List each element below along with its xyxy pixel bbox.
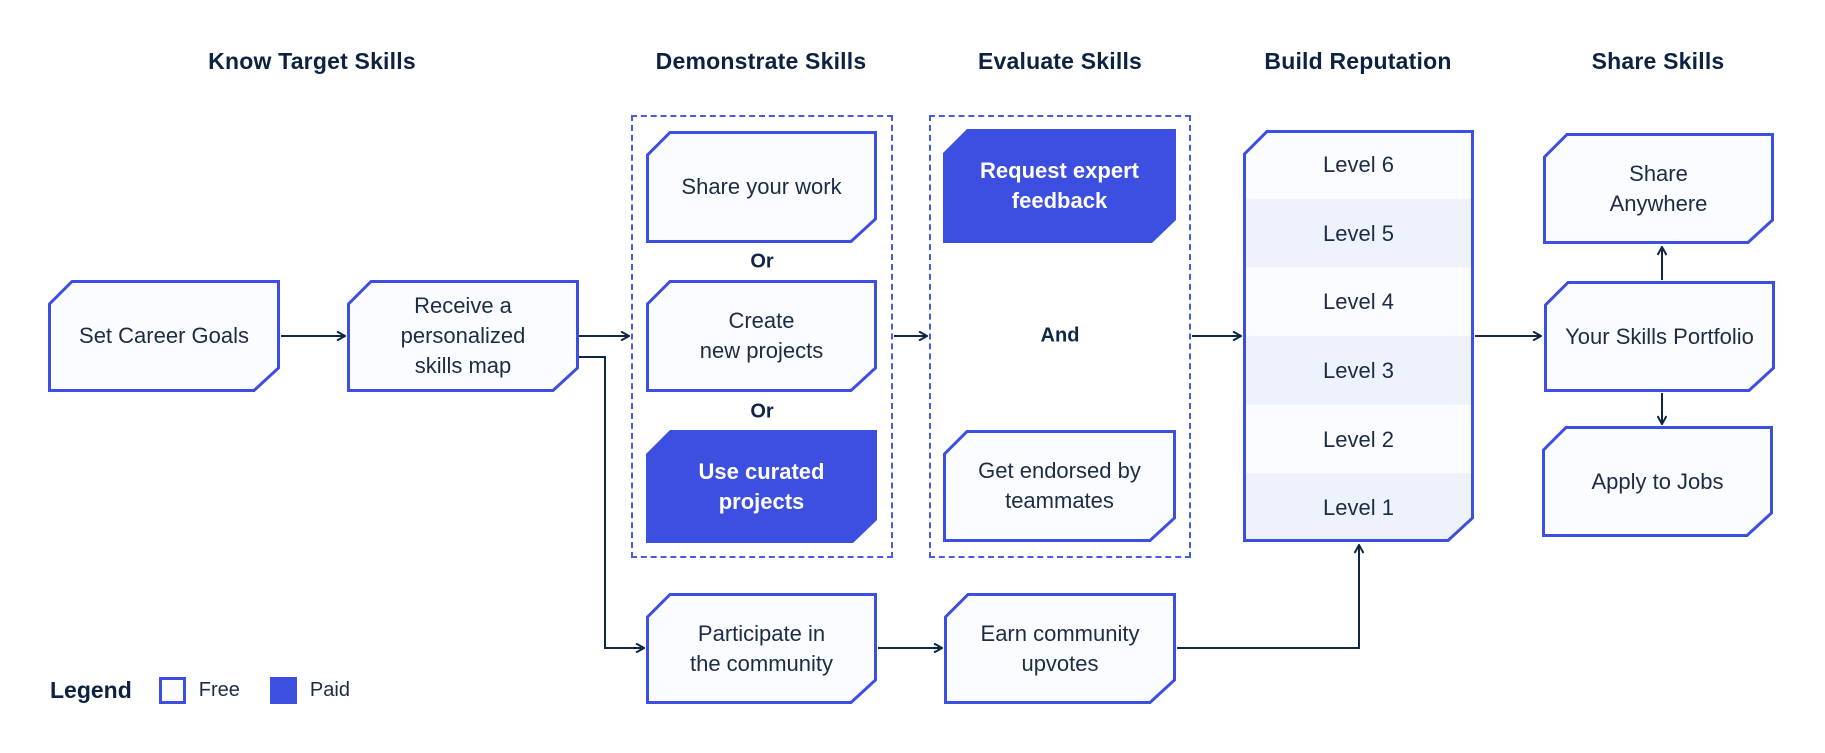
node-label: Receive a personalized skills map [400,293,526,378]
node-personalized-skills-map[interactable]: Receive a personalized skills map [347,280,579,392]
node-label: Participate in the community [689,620,834,676]
legend-title: Legend [50,676,132,703]
legend-paid-swatch [269,676,297,704]
node-create-new-projects[interactable]: Create new projects [646,280,877,392]
legend-free-label: Free [198,678,240,701]
heading-build-reputation: Build Reputation [1264,48,1452,74]
legend-free-swatch [158,676,186,704]
level-5: Level 5 [1323,220,1394,246]
node-use-curated-projects[interactable]: Use curated projects [646,430,877,543]
node-set-career-goals[interactable]: Set Career Goals [48,280,280,392]
node-get-endorsed[interactable]: Get endorsed by teammates [943,430,1176,542]
legend: Legend Free Paid [50,676,380,704]
level-1: Level 1 [1323,494,1394,520]
or-connector: Or [750,400,774,423]
or-connector: Or [750,250,774,273]
and-connector: And [1040,324,1080,347]
arrow-upvotes-to-levels [1177,545,1359,649]
node-label: Your Skills Portfolio [1565,323,1754,349]
node-request-expert-feedback[interactable]: Request expert feedback [943,129,1176,243]
reputation-levels: Level 6 Level 5 Level 4 Level 3 Level 2 … [1243,130,1474,542]
heading-share-skills: Share Skills [1591,48,1725,74]
node-participate-community[interactable]: Participate in the community [646,593,877,704]
heading-demonstrate-skills: Demonstrate Skills [655,48,867,74]
level-2: Level 2 [1323,426,1394,452]
node-label: Earn community upvotes [980,620,1140,676]
level-4: Level 4 [1323,288,1394,314]
node-earn-upvotes[interactable]: Earn community upvotes [944,593,1176,704]
node-label: Use curated projects [698,458,825,514]
node-share-anywhere[interactable]: Share Anywhere [1543,133,1774,244]
node-label: Set Career Goals [79,323,249,348]
node-label: Create new projects [699,308,824,363]
level-6: Level 6 [1323,151,1394,177]
node-label: Get endorsed by teammates [978,458,1141,513]
level-3: Level 3 [1323,357,1394,383]
node-label: Share your work [681,174,842,199]
node-label: Share Anywhere [1609,160,1708,216]
heading-know-target-skills: Know Target Skills [208,48,416,74]
node-share-your-work[interactable]: Share your work [646,131,877,243]
node-skills-portfolio[interactable]: Your Skills Portfolio [1544,281,1775,392]
node-apply-to-jobs[interactable]: Apply to Jobs [1542,426,1773,537]
legend-paid-label: Paid [309,678,350,701]
node-label: Request expert feedback [980,158,1139,213]
heading-evaluate-skills: Evaluate Skills [977,48,1143,74]
node-label: Apply to Jobs [1591,468,1724,494]
